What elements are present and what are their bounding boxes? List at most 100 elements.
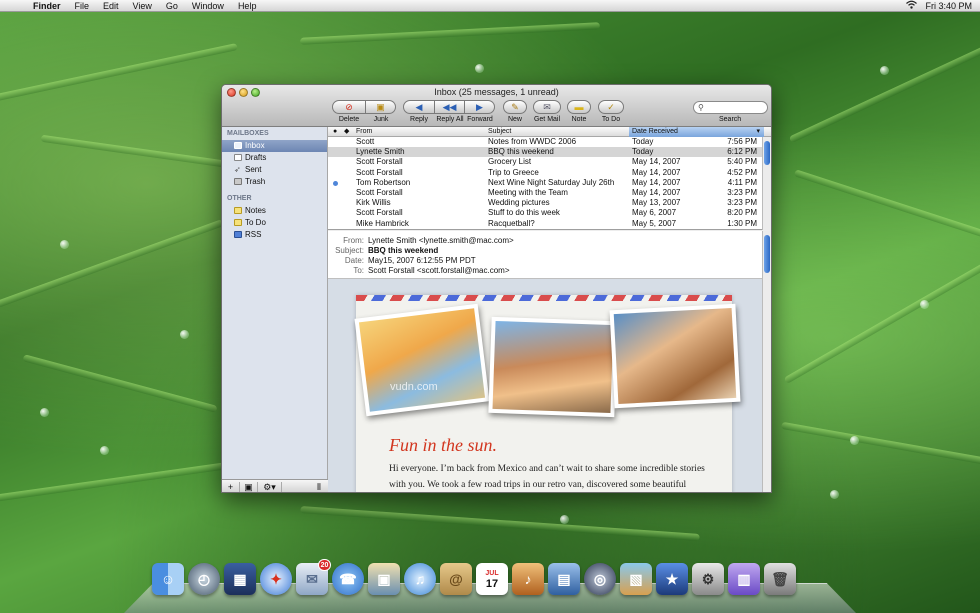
mailboxes-header: MAILBOXES <box>227 130 269 137</box>
aperture-icon[interactable]: ◎ <box>584 563 616 595</box>
new-message-button[interactable]: ✎ New <box>503 100 527 123</box>
mail-badge: 20 <box>318 559 331 571</box>
message-time: 8:20 PM <box>727 208 757 218</box>
message-from: Scott Forstall <box>356 167 403 177</box>
preview-icon[interactable]: ▧ <box>620 563 652 595</box>
message-row[interactable]: Mike Hambrick Racquetball? May 5, 2007 1:30… <box>328 219 771 229</box>
scroll-thumb[interactable] <box>764 141 770 165</box>
ical-icon[interactable]: JUL 17 <box>476 563 508 595</box>
message-preview: From: Lynette Smith <lynette.smith@mac.c… <box>328 231 771 492</box>
todo-button[interactable]: ✓ To Do <box>598 100 624 123</box>
action-menu-button[interactable]: ⚙▾ <box>258 481 282 492</box>
ichat-icon[interactable]: ☎ <box>332 563 364 595</box>
message-date: May 5, 2007 <box>632 218 677 228</box>
sort-descending-icon: ▾ <box>756 128 760 135</box>
system-preferences-icon[interactable]: ⚙ <box>692 563 724 595</box>
sidebar-item-todo[interactable]: To Do <box>222 217 327 229</box>
checkmark-icon: ✓ <box>598 100 624 114</box>
imovie-icon[interactable]: ★ <box>656 563 688 595</box>
message-rows: Scott Notes from WWDC 2006 Today 7:56 PM Lyn… <box>328 137 771 229</box>
sidebar-item-rss[interactable]: RSS <box>222 229 327 241</box>
get-mail-button[interactable]: ✉ Get Mail <box>533 100 561 123</box>
sidebar-item-trash[interactable]: Trash <box>222 176 327 188</box>
message-row[interactable]: Scott Forstall Grocery List May 14, 2007 5:… <box>328 157 771 167</box>
time-machine-icon[interactable]: ◴ <box>188 563 220 595</box>
message-row[interactable]: Scott Forstall Trip to Greece May 14, 2007… <box>328 168 771 178</box>
message-list-scrollbar[interactable] <box>762 137 771 230</box>
message-subject: Next Wine Night Saturday July 26th <box>488 177 615 187</box>
compose-icon: ✎ <box>503 100 527 114</box>
safari-icon[interactable]: ✦ <box>260 563 292 595</box>
delete-button[interactable]: ⊘ Delete <box>332 100 366 123</box>
note-button[interactable]: ▬ Note <box>567 100 591 123</box>
message-row[interactable]: Scott Forstall Meeting with the Team May 1… <box>328 188 771 198</box>
iphoto-icon[interactable]: ▣ <box>368 563 400 595</box>
spaces-icon[interactable]: ▦ <box>224 563 256 595</box>
message-subject: Wedding pictures <box>488 198 550 208</box>
show-photos-button[interactable]: ▣ <box>240 481 258 492</box>
flag-column-header[interactable]: ◆ <box>344 127 349 137</box>
get-mail-icon: ✉ <box>533 100 561 114</box>
add-mailbox-button[interactable]: + <box>222 482 240 492</box>
downloads-stack-icon[interactable]: ▥ <box>728 563 760 595</box>
message-subject: BBQ this weekend <box>488 147 554 157</box>
menu-go[interactable]: Go <box>159 0 185 12</box>
message-from: Scott Forstall <box>356 208 403 218</box>
search-input[interactable]: ⚲ <box>693 101 768 114</box>
message-row[interactable]: Kirk Willis Wedding pictures May 13, 2007 3… <box>328 198 771 208</box>
stationery-body: vudn.com Fun in the sun. Hi everyone. I’… <box>354 295 741 492</box>
itunes-icon[interactable]: ♫ <box>404 563 436 595</box>
junk-button[interactable]: ▣ Junk <box>366 100 396 123</box>
sent-icon: ➶ <box>234 165 241 174</box>
menu-file[interactable]: File <box>68 0 97 12</box>
notes-icon <box>234 207 242 214</box>
message-from: Lynette Smith <box>356 147 405 157</box>
subject-column-header[interactable]: Subject <box>488 127 511 137</box>
message-body[interactable]: Hi everyone. I’m back from Mexico and ca… <box>389 461 709 492</box>
menu-bar: Finder File Edit View Go Window Help Fri… <box>0 0 980 12</box>
resize-handle[interactable]: ⦀ <box>310 482 328 493</box>
message-subject: Grocery List <box>488 157 532 167</box>
wifi-icon[interactable] <box>906 0 918 11</box>
menu-window[interactable]: Window <box>185 0 231 12</box>
menu-edit[interactable]: Edit <box>96 0 126 12</box>
window-titlebar[interactable]: Inbox (25 messages, 1 unread) ⊘ Delete ▣… <box>222 85 771 127</box>
address-book-icon[interactable]: @ <box>440 563 472 595</box>
sidebar-item-inbox[interactable]: Inbox <box>222 140 327 152</box>
dock: ☺ ◴ ▦ ✦ ✉ 20 ☎ ▣ ♫ @ JUL 17 ♪ ▤ ◎ ▧ ★ ⚙ … <box>152 559 796 601</box>
reply-all-button[interactable]: ◀◀ Reply All <box>435 100 465 123</box>
message-row[interactable]: Scott Notes from WWDC 2006 Today 7:56 PM <box>328 137 771 147</box>
photo-couple <box>609 303 741 409</box>
preview-scroll-thumb[interactable] <box>764 235 770 273</box>
message-date: May 14, 2007 <box>632 177 681 187</box>
menubar-clock[interactable]: Fri 3:40 PM <box>925 1 972 11</box>
date-column-header[interactable]: Date Received ▾ <box>629 127 764 137</box>
rss-icon <box>234 231 242 238</box>
trash-can-icon[interactable]: 🗑 <box>764 563 796 595</box>
reply-button[interactable]: ◀ Reply <box>403 100 435 123</box>
message-row[interactable]: Tom Robertson Next Wine Night Saturday Ju… <box>328 178 771 188</box>
unread-column-header[interactable]: ● <box>333 127 337 137</box>
menu-view[interactable]: View <box>126 0 159 12</box>
garageband-icon[interactable]: ♪ <box>512 563 544 595</box>
sidebar-item-sent[interactable]: ➶ Sent <box>222 164 327 176</box>
menu-finder[interactable]: Finder <box>26 0 68 12</box>
message-time: 3:23 PM <box>727 198 757 208</box>
forward-icon: ▶ <box>465 100 495 114</box>
header-to: To: Scott Forstall <scott.forstall@mac.c… <box>353 266 510 275</box>
from-column-header[interactable]: From <box>356 127 372 137</box>
drafts-icon <box>234 154 242 161</box>
preview-scrollbar[interactable] <box>762 231 771 492</box>
sidebar-item-drafts[interactable]: Drafts <box>222 152 327 164</box>
message-date: May 14, 2007 <box>632 157 681 167</box>
junk-icon: ▣ <box>366 100 396 114</box>
finder-icon[interactable]: ☺ <box>152 563 184 595</box>
message-row[interactable]: Scott Forstall Stuff to do this week May 6… <box>328 208 771 218</box>
menu-help[interactable]: Help <box>231 0 264 12</box>
keynote-icon[interactable]: ▤ <box>548 563 580 595</box>
mail-icon[interactable]: ✉ 20 <box>296 559 331 595</box>
sidebar-item-notes[interactable]: Notes <box>222 205 327 217</box>
message-time: 4:52 PM <box>727 167 757 177</box>
message-row[interactable]: Lynette Smith BBQ this weekend Today 6:12 P… <box>328 147 771 158</box>
forward-button[interactable]: ▶ Forward <box>465 100 495 123</box>
